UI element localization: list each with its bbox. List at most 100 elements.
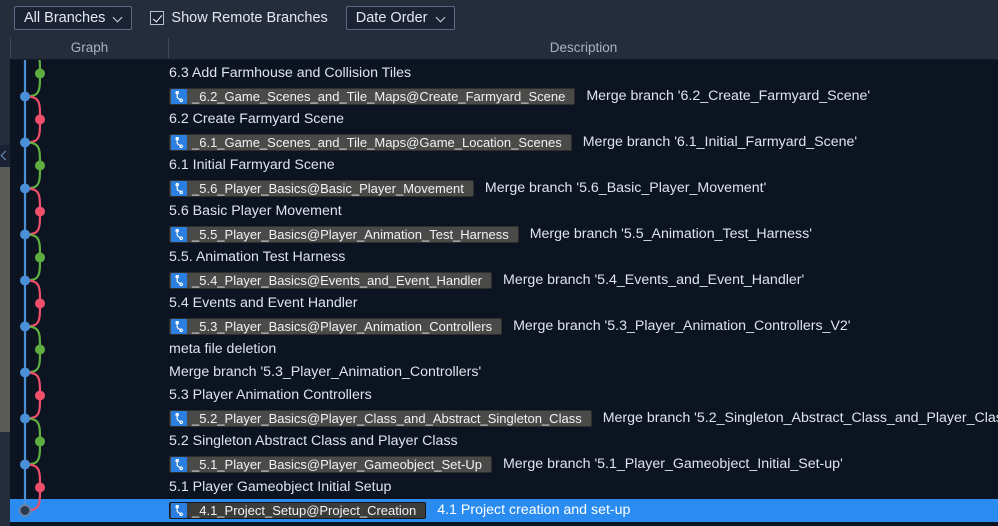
graph-commit-node: [20, 459, 30, 470]
commit-description-cell: _6.1_Game_Scenes_and_Tile_Maps@Game_Loca…: [169, 131, 998, 154]
branch-filter-label: All Branches: [24, 9, 106, 26]
commit-subject: Merge branch '6.2_Create_Farmyard_Scene': [586, 88, 871, 105]
branch-ref-label: _5.6_Player_Basics@Basic_Player_Movement: [192, 181, 464, 196]
order-dropdown[interactable]: Date Order: [345, 6, 455, 30]
commit-subject: 5.4 Events and Event Handler: [169, 295, 358, 312]
commit-subject: 6.3 Add Farmhouse and Collision Tiles: [169, 65, 412, 82]
commit-subject: Merge branch '5.3_Player_Animation_Contr…: [169, 364, 482, 381]
graph-commit-node: [35, 252, 45, 263]
commit-description-cell: 6.1 Initial Farmyard Scene: [169, 154, 998, 177]
branch-ref-label: _6.1_Game_Scenes_and_Tile_Maps@Game_Loca…: [192, 135, 562, 150]
commit-description-cell: _6.2_Game_Scenes_and_Tile_Maps@Create_Fa…: [169, 85, 998, 108]
branch-ref-label: _5.5_Player_Basics@Player_Animation_Test…: [192, 227, 509, 242]
commit-subject: Merge branch '5.4_Events_and_Event_Handl…: [503, 272, 805, 289]
graph-commit-node: [20, 137, 30, 148]
graph-commit-node: [20, 321, 30, 332]
commit-description-cell: _5.3_Player_Basics@Player_Animation_Cont…: [169, 315, 998, 338]
branch-icon: [171, 319, 187, 334]
branch-ref-badge[interactable]: _6.1_Game_Scenes_and_Tile_Maps@Game_Loca…: [169, 134, 572, 151]
commit-description-cell: 6.2 Create Farmyard Scene: [169, 108, 998, 131]
commit-subject: 5.3 Player Animation Controllers: [169, 387, 372, 404]
commit-subject: Merge branch '5.3_Player_Animation_Contr…: [513, 318, 851, 335]
commit-description-cell: 5.3 Player Animation Controllers: [169, 384, 998, 407]
show-remote-branches-checkbox[interactable]: Show Remote Branches: [150, 10, 328, 26]
branch-ref-badge[interactable]: _5.6_Player_Basics@Basic_Player_Movement: [169, 180, 474, 197]
commit-subject: 6.1 Initial Farmyard Scene: [169, 157, 335, 174]
graph-branch-line: [24, 60, 42, 98]
graph-commit-node: [35, 206, 45, 217]
graph-commit-node: [20, 91, 30, 102]
branch-ref-badge[interactable]: _5.4_Player_Basics@Events_and_Event_Hand…: [169, 272, 492, 289]
graph-commit-node: [20, 183, 30, 194]
graph-commit-node: [35, 390, 45, 401]
toolbar: All Branches Show Remote Branches Date O…: [0, 0, 998, 36]
chevron-down-icon: [436, 13, 447, 24]
commit-description-cell: meta file deletion: [169, 338, 998, 361]
branch-icon: [171, 181, 187, 196]
commit-subject: 5.6 Basic Player Movement: [169, 203, 342, 220]
branch-icon: [171, 503, 187, 518]
panel-collapse-button[interactable]: [0, 145, 11, 167]
branch-ref-label: _5.2_Player_Basics@Player_Class_and_Abst…: [192, 411, 582, 426]
commit-description-cell: _5.5_Player_Basics@Player_Animation_Test…: [169, 223, 998, 246]
branch-ref-label: _5.3_Player_Basics@Player_Animation_Cont…: [192, 319, 493, 334]
graph-commit-node: [35, 114, 45, 125]
commit-description-cell: _5.2_Player_Basics@Player_Class_and_Abst…: [169, 407, 998, 430]
column-header-description[interactable]: Description: [169, 36, 998, 59]
branch-ref-badge[interactable]: _4.1_Project_Setup@Project_Creation: [169, 502, 427, 519]
commit-description-cell: 6.3 Add Farmhouse and Collision Tiles: [169, 62, 998, 85]
git-history-view: All Branches Show Remote Branches Date O…: [0, 0, 998, 526]
commit-description-cell: _5.4_Player_Basics@Events_and_Event_Hand…: [169, 269, 998, 292]
graph-commit-node: [35, 436, 45, 447]
commit-subject: meta file deletion: [169, 341, 277, 358]
show-remote-branches-label: Show Remote Branches: [171, 10, 328, 26]
column-header: Graph Description: [0, 36, 998, 60]
branch-ref-label: _5.1_Player_Basics@Player_Gameobject_Set…: [192, 457, 482, 472]
branch-ref-badge[interactable]: _5.3_Player_Basics@Player_Animation_Cont…: [169, 318, 503, 335]
commit-description-cell: _5.6_Player_Basics@Basic_Player_Movement…: [169, 177, 998, 200]
branch-ref-badge[interactable]: _6.2_Game_Scenes_and_Tile_Maps@Create_Fa…: [169, 88, 576, 105]
graph-commit-node: [20, 275, 30, 286]
branch-icon: [171, 135, 187, 150]
commit-description-cell: 5.5. Animation Test Harness: [169, 246, 998, 269]
graph-commit-node: [35, 160, 45, 171]
graph-commit-node: [35, 344, 45, 355]
commit-description-cell: _5.1_Player_Basics@Player_Gameobject_Set…: [169, 453, 998, 476]
branch-icon: [171, 227, 187, 242]
commit-description-cell: 5.6 Basic Player Movement: [169, 200, 998, 223]
branch-filter-dropdown[interactable]: All Branches: [14, 6, 133, 30]
commit-subject: Merge branch '5.6_Basic_Player_Movement': [484, 180, 767, 197]
commit-description-cell: Merge branch '5.3_Player_Animation_Contr…: [169, 361, 998, 384]
graph-commit-node: [35, 298, 45, 309]
branch-icon: [171, 411, 187, 426]
branch-ref-badge[interactable]: _5.2_Player_Basics@Player_Class_and_Abst…: [169, 410, 592, 427]
branch-ref-label: _6.2_Game_Scenes_and_Tile_Maps@Create_Fa…: [192, 89, 566, 104]
branch-ref-badge[interactable]: _5.1_Player_Basics@Player_Gameobject_Set…: [169, 456, 492, 473]
commit-subject: Merge branch '5.2_Singleton_Abstract_Cla…: [602, 410, 998, 427]
commit-description-cell: _4.1_Project_Setup@Project_Creation 4.1 P…: [169, 499, 998, 522]
graph-commit-node: [35, 68, 45, 79]
branch-ref-label: _5.4_Player_Basics@Events_and_Event_Hand…: [192, 273, 482, 288]
commit-subject: Merge branch '5.1_Player_Gameobject_Init…: [502, 456, 843, 473]
column-header-graph[interactable]: Graph: [11, 36, 168, 59]
commit-subject: Merge branch '5.5_Animation_Test_Harness…: [529, 226, 812, 243]
order-label: Date Order: [355, 9, 428, 26]
commit-subject: 5.2 Singleton Abstract Class and Player …: [169, 433, 458, 450]
commit-subject: 5.5. Animation Test Harness: [169, 249, 346, 266]
graph-commit-node: [35, 482, 45, 493]
branch-icon: [171, 89, 187, 104]
graph-root-node: [18, 504, 32, 517]
chevron-left-icon: [0, 150, 11, 161]
branch-icon: [171, 273, 187, 288]
commit-subject: Merge branch '6.1_Initial_Farmyard_Scene…: [582, 134, 858, 151]
commit-description-cell: 5.1 Player Gameobject Initial Setup: [169, 476, 998, 499]
graph-commit-node: [20, 367, 30, 378]
branch-icon: [171, 457, 187, 472]
commit-subject: 4.1 Project creation and set-up: [437, 502, 631, 519]
vertical-scrollbar-thumb[interactable]: [0, 167, 10, 432]
commit-description-cell: 5.2 Singleton Abstract Class and Player …: [169, 430, 998, 453]
checkbox-icon: [150, 11, 165, 25]
branch-ref-badge[interactable]: _5.5_Player_Basics@Player_Animation_Test…: [169, 226, 519, 243]
commit-subject: 6.2 Create Farmyard Scene: [169, 111, 345, 128]
commit-graph: [10, 60, 168, 526]
